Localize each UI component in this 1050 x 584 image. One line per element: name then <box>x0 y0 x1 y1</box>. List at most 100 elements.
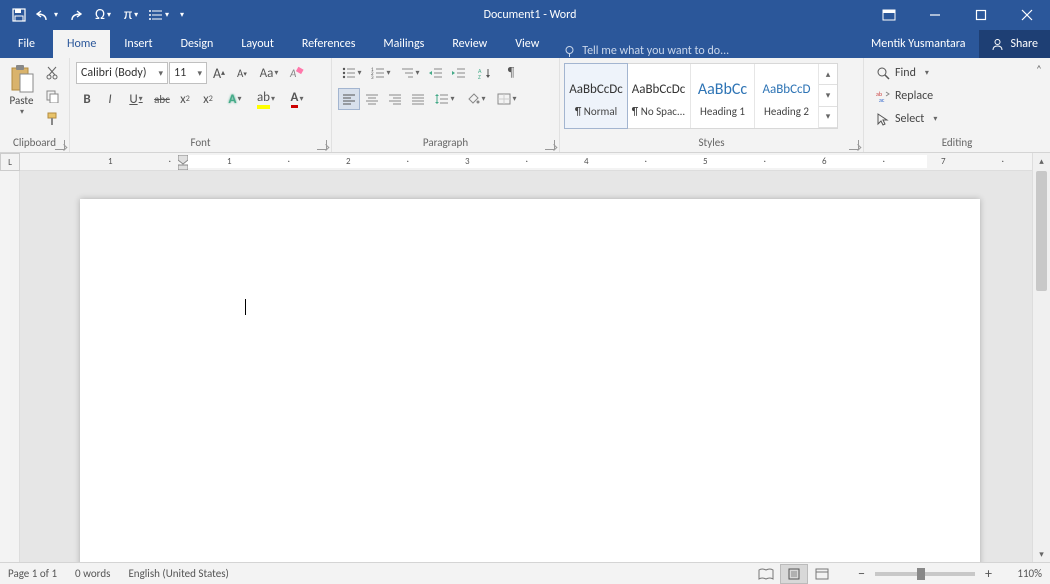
tab-insert[interactable]: Insert <box>110 30 166 58</box>
clipboard-dialog-launcher[interactable] <box>55 140 65 150</box>
tab-file[interactable]: File <box>0 30 53 58</box>
font-label: Font <box>70 136 331 152</box>
word-count[interactable]: 0 words <box>75 567 110 580</box>
styles-down-button[interactable]: ▾ <box>819 85 837 106</box>
canvas[interactable] <box>20 171 1032 562</box>
undo-button[interactable]: ▾ <box>34 0 60 30</box>
group-editing: Find▾ abacReplace Select▾ Editing <box>864 58 1050 152</box>
tab-view[interactable]: View <box>501 30 553 58</box>
underline-button[interactable]: U▾ <box>122 88 150 110</box>
scroll-down-button[interactable]: ▾ <box>1033 546 1050 562</box>
qat-customize[interactable]: ▾ <box>174 0 188 30</box>
page-count[interactable]: Page 1 of 1 <box>8 567 57 580</box>
style-normal[interactable]: AaBbCcDc¶ Normal <box>564 63 628 129</box>
vertical-ruler[interactable] <box>0 171 20 562</box>
paragraph-dialog-launcher[interactable] <box>545 140 555 150</box>
tab-design[interactable]: Design <box>167 30 228 58</box>
increase-indent-button[interactable] <box>448 62 470 84</box>
text-effects-button[interactable]: A▾ <box>220 88 250 110</box>
styles-more-button[interactable]: ▾ <box>819 107 837 128</box>
shrink-font-button[interactable]: A▾ <box>231 62 253 84</box>
clipboard-label: Clipboard <box>0 136 69 152</box>
share-label: Share <box>1010 37 1038 51</box>
font-color-button[interactable]: A▾ <box>282 88 312 110</box>
multilevel-list-button[interactable]: ▾ <box>396 62 424 84</box>
decrease-indent-button[interactable] <box>425 62 447 84</box>
save-button[interactable] <box>6 0 32 30</box>
show-marks-button[interactable]: ¶ <box>500 62 522 84</box>
equation-button[interactable]: Ω▾ <box>90 0 116 30</box>
zoom-level[interactable]: 110% <box>1002 567 1042 580</box>
style-heading-2[interactable]: AaBbCcDHeading 2 <box>755 64 819 128</box>
page[interactable] <box>80 199 980 562</box>
vertical-scrollbar[interactable]: ▴ ▾ <box>1032 153 1050 562</box>
subscript-button[interactable]: x2 <box>174 88 196 110</box>
group-font: Calibri (Body)▾ 11▾ A▴ A▾ Aa▾ A B I U▾ a… <box>70 58 332 152</box>
justify-button[interactable] <box>407 88 429 110</box>
replace-button[interactable]: abacReplace <box>870 85 943 107</box>
italic-button[interactable]: I <box>99 88 121 110</box>
symbols-button[interactable]: π▾ <box>118 0 144 30</box>
ribbon-options-button[interactable] <box>866 0 912 30</box>
web-layout-button[interactable] <box>808 564 836 584</box>
superscript-button[interactable]: x2 <box>197 88 219 110</box>
group-styles: AaBbCcDc¶ Normal AaBbCcDc¶ No Spac... Aa… <box>560 58 864 152</box>
print-layout-button[interactable] <box>780 564 808 584</box>
line-spacing-button[interactable]: ▾ <box>430 88 460 110</box>
style-no-spacing[interactable]: AaBbCcDc¶ No Spac... <box>627 64 691 128</box>
zoom-slider[interactable] <box>875 572 975 576</box>
zoom-in-button[interactable]: + <box>981 565 996 582</box>
styles-dialog-launcher[interactable] <box>849 140 859 150</box>
style-heading-1[interactable]: AaBbCcHeading 1 <box>691 64 755 128</box>
scroll-up-button[interactable]: ▴ <box>1033 153 1050 169</box>
sort-button[interactable]: AZ <box>471 62 499 84</box>
tab-home[interactable]: Home <box>53 30 110 58</box>
minimize-button[interactable] <box>912 0 958 30</box>
scroll-thumb[interactable] <box>1036 171 1047 291</box>
change-case-button[interactable]: Aa▾ <box>254 62 284 84</box>
styles-gallery[interactable]: AaBbCcDc¶ Normal AaBbCcDc¶ No Spac... Aa… <box>564 63 838 129</box>
tab-layout[interactable]: Layout <box>227 30 288 58</box>
document-area: ▴ ▾ <box>0 153 1050 562</box>
numbering-button[interactable]: 123▾ <box>367 62 395 84</box>
styles-up-button[interactable]: ▴ <box>819 64 837 85</box>
share-button[interactable]: Share <box>979 30 1050 58</box>
list-button[interactable]: ▾ <box>146 0 172 30</box>
zoom-knob[interactable] <box>917 568 925 580</box>
strikethrough-button[interactable]: abc <box>151 88 173 110</box>
zoom-out-button[interactable]: − <box>854 565 869 582</box>
font-dialog-launcher[interactable] <box>317 140 327 150</box>
styles-label: Styles <box>560 136 863 152</box>
redo-button[interactable] <box>62 0 88 30</box>
read-mode-button[interactable] <box>752 564 780 584</box>
close-button[interactable] <box>1004 0 1050 30</box>
cut-button[interactable] <box>41 62 63 84</box>
tab-references[interactable]: References <box>288 30 370 58</box>
account-name[interactable]: Mentik Yusmantara <box>857 30 979 58</box>
find-button[interactable]: Find▾ <box>870 62 943 84</box>
align-center-button[interactable] <box>361 88 383 110</box>
font-size-combo[interactable]: 11▾ <box>169 62 207 84</box>
bold-button[interactable]: B <box>76 88 98 110</box>
select-button[interactable]: Select▾ <box>870 108 943 130</box>
tab-review[interactable]: Review <box>438 30 501 58</box>
collapse-ribbon-button[interactable]: ˄ <box>1031 61 1047 77</box>
align-left-button[interactable] <box>338 88 360 110</box>
borders-icon <box>497 93 511 105</box>
svg-text:3: 3 <box>371 75 374 79</box>
clear-formatting-button[interactable]: A <box>285 62 307 84</box>
borders-button[interactable]: ▾ <box>492 88 522 110</box>
shading-button[interactable]: ▾ <box>461 88 491 110</box>
format-painter-button[interactable] <box>41 108 63 130</box>
font-name-combo[interactable]: Calibri (Body)▾ <box>76 62 168 84</box>
tell-me-search[interactable]: Tell me what you want to do... <box>563 44 729 58</box>
highlight-button[interactable]: ab▾ <box>251 88 281 110</box>
bullets-button[interactable]: ▾ <box>338 62 366 84</box>
maximize-button[interactable] <box>958 0 1004 30</box>
tab-mailings[interactable]: Mailings <box>369 30 438 58</box>
paste-button[interactable]: Paste ▾ <box>6 62 37 130</box>
copy-button[interactable] <box>41 85 63 107</box>
align-right-button[interactable] <box>384 88 406 110</box>
language[interactable]: English (United States) <box>128 567 228 580</box>
grow-font-button[interactable]: A▴ <box>208 62 230 84</box>
